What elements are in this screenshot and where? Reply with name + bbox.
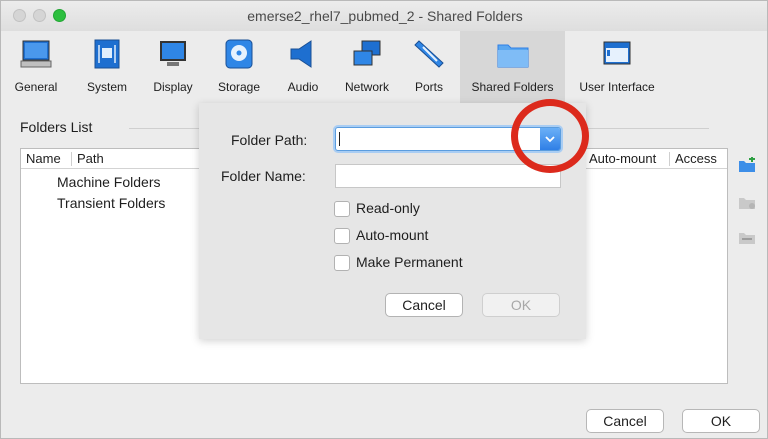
settings-window: emerse2_rhel7_pubmed_2 - Shared Folders … bbox=[0, 0, 768, 439]
tab-ports-label: Ports bbox=[414, 80, 443, 94]
auto-mount-checkbox[interactable] bbox=[334, 228, 350, 244]
make-permanent-checkbox[interactable] bbox=[334, 255, 350, 271]
tab-system[interactable]: System bbox=[77, 31, 137, 103]
display-icon bbox=[160, 41, 186, 66]
title-bar: emerse2_rhel7_pubmed_2 - Shared Folders bbox=[1, 1, 767, 31]
tab-display[interactable]: Display bbox=[144, 31, 202, 103]
auto-mount-label: Auto-mount bbox=[356, 227, 429, 243]
close-window-button[interactable] bbox=[13, 9, 26, 22]
edit-folder-icon[interactable] bbox=[738, 194, 756, 210]
dialog-ok-button[interactable]: OK bbox=[482, 293, 560, 317]
tab-audio[interactable]: Audio bbox=[275, 31, 331, 103]
column-name[interactable]: Name bbox=[26, 151, 61, 166]
tab-general-label: General bbox=[14, 80, 58, 94]
tab-shared-folders-label: Shared Folders bbox=[471, 80, 554, 94]
cancel-button[interactable]: Cancel bbox=[586, 409, 664, 433]
text-caret bbox=[339, 132, 340, 146]
speaker-icon bbox=[290, 40, 312, 68]
tab-network-label: Network bbox=[344, 80, 389, 94]
settings-toolbar: General System Display Storage Audio Net… bbox=[1, 31, 767, 103]
column-auto-mount[interactable]: Auto-mount bbox=[589, 151, 656, 166]
tab-shared-folders[interactable]: Shared Folders bbox=[460, 31, 565, 103]
tab-storage[interactable]: Storage bbox=[209, 31, 269, 103]
window-icon bbox=[603, 41, 631, 65]
tab-display-label: Display bbox=[153, 80, 193, 94]
add-folder-icon[interactable] bbox=[738, 157, 756, 173]
tab-user-interface-label: User Interface bbox=[579, 80, 655, 94]
make-permanent-label: Make Permanent bbox=[356, 254, 463, 270]
annotation-circle bbox=[511, 99, 589, 173]
column-access[interactable]: Access bbox=[675, 151, 717, 166]
ok-button[interactable]: OK bbox=[682, 409, 760, 433]
window-title: emerse2_rhel7_pubmed_2 - Shared Folders bbox=[247, 8, 523, 24]
tab-audio-label: Audio bbox=[287, 80, 319, 94]
tab-ports[interactable]: Ports bbox=[404, 31, 454, 103]
column-path[interactable]: Path bbox=[77, 151, 104, 166]
folders-list-title: Folders List bbox=[20, 119, 93, 135]
list-item[interactable]: Machine Folders bbox=[57, 174, 161, 190]
read-only-checkbox[interactable] bbox=[334, 201, 350, 217]
folder-path-label: Folder Path: bbox=[231, 132, 308, 148]
tab-network[interactable]: Network bbox=[337, 31, 397, 103]
tab-system-label: System bbox=[86, 80, 127, 94]
dialog-cancel-button[interactable]: Cancel bbox=[385, 293, 463, 317]
folder-icon bbox=[497, 44, 528, 68]
minimize-window-button[interactable] bbox=[33, 9, 46, 22]
column-separator bbox=[71, 152, 72, 166]
tab-user-interface[interactable]: User Interface bbox=[571, 31, 663, 103]
remove-folder-icon[interactable] bbox=[738, 229, 756, 245]
tab-general[interactable]: General bbox=[5, 31, 67, 103]
monitor-icon bbox=[20, 40, 52, 68]
read-only-label: Read-only bbox=[356, 200, 420, 216]
folder-name-field[interactable] bbox=[335, 164, 561, 188]
folder-name-label: Folder Name: bbox=[221, 168, 306, 184]
disk-icon bbox=[225, 39, 253, 69]
network-icon bbox=[353, 40, 381, 66]
ports-icon bbox=[414, 40, 444, 68]
list-item[interactable]: Transient Folders bbox=[57, 195, 165, 211]
zoom-window-button[interactable] bbox=[53, 9, 66, 22]
tab-storage-label: Storage bbox=[217, 80, 261, 94]
column-separator bbox=[669, 152, 670, 166]
chip-icon bbox=[94, 39, 120, 69]
